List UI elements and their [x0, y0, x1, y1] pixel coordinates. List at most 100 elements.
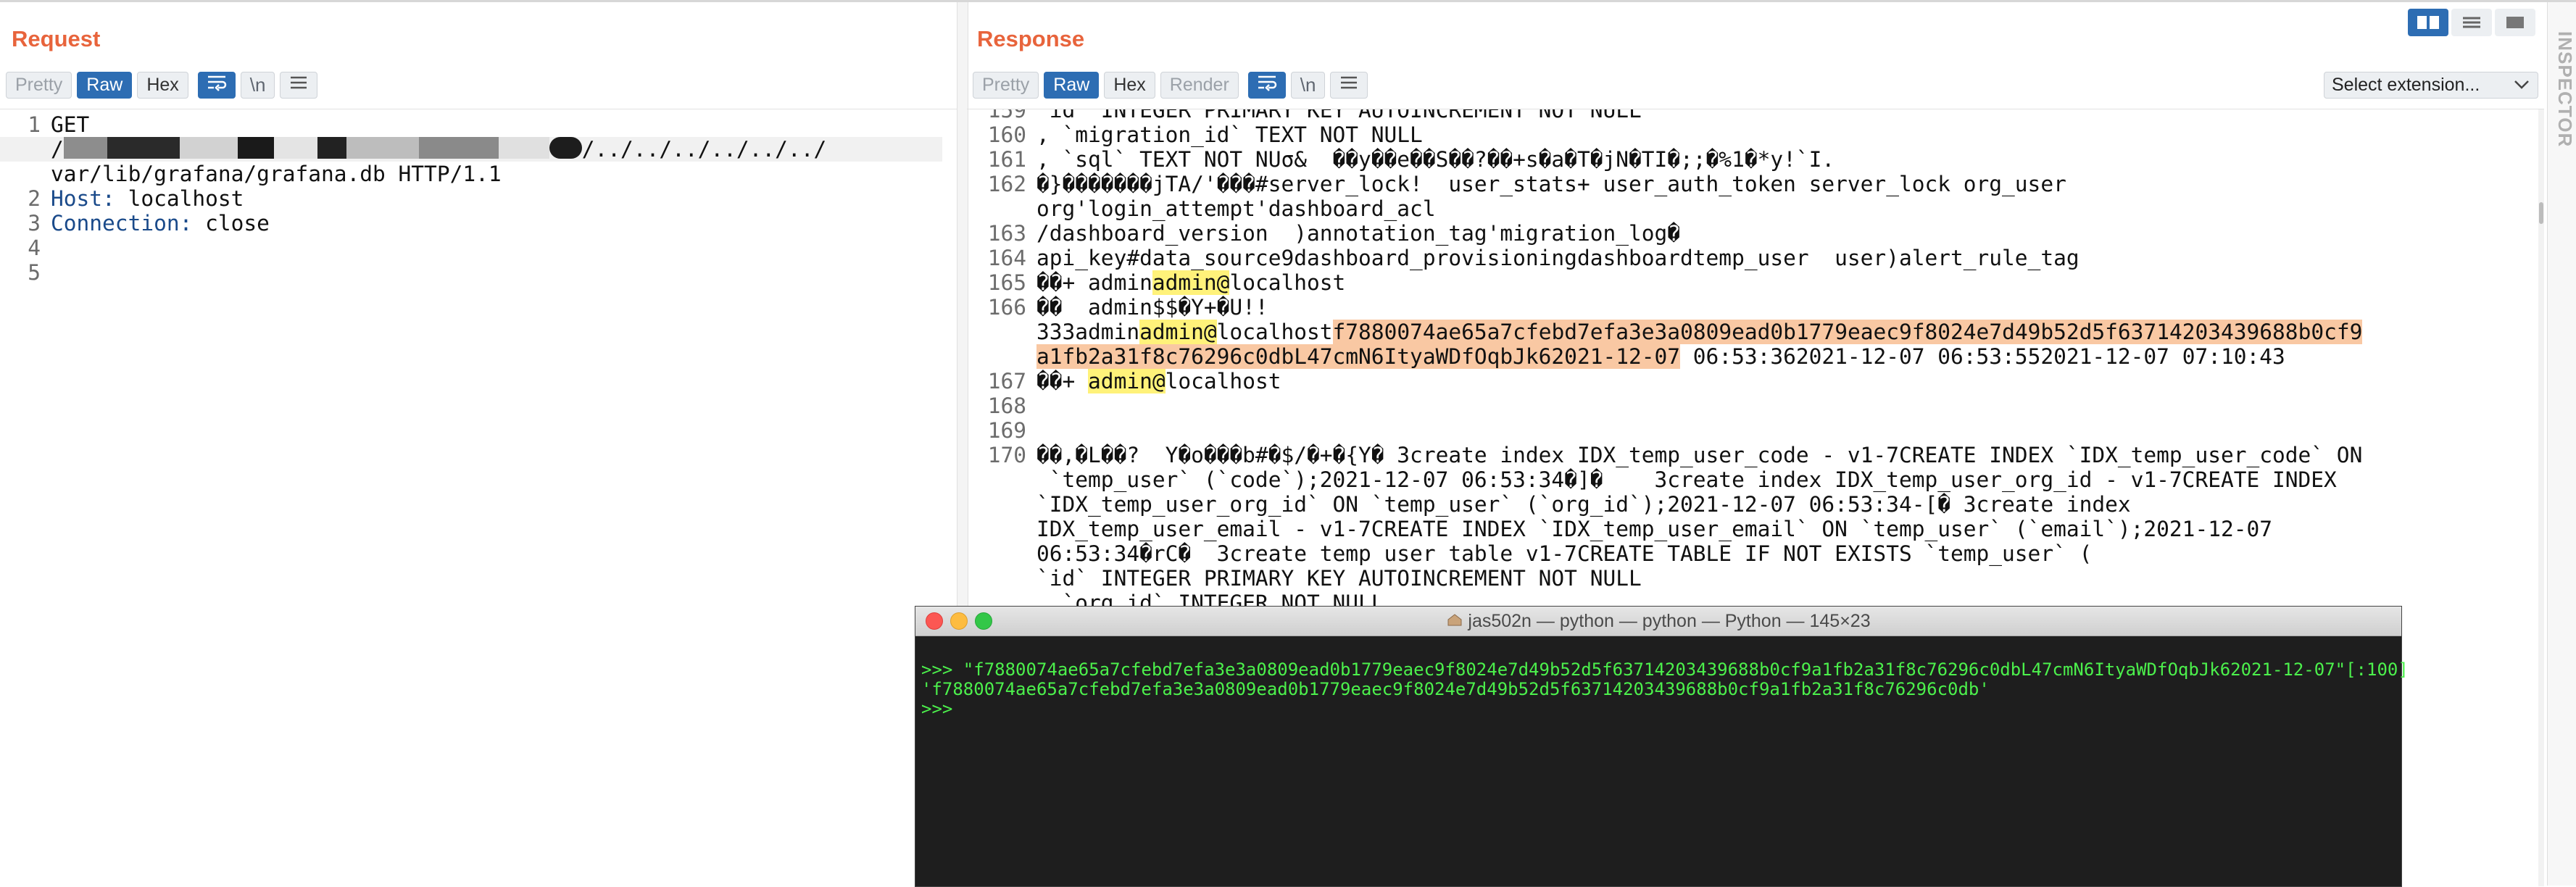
tab-pretty[interactable]: Pretty — [6, 72, 72, 99]
redaction-block — [549, 137, 582, 159]
tab-render[interactable]: Render — [1160, 72, 1239, 99]
code-text: , `sql` TEXT NOT NUσ& ��y��e��S��?��+s�a… — [1036, 147, 1835, 172]
newline-toggle[interactable]: \n — [240, 72, 275, 99]
close-icon[interactable] — [926, 612, 943, 630]
layout-toggle — [2408, 9, 2535, 36]
split-vertical-icon[interactable] — [2451, 9, 2492, 36]
response-title: Response — [977, 26, 1085, 51]
scrollbar-thumb[interactable] — [2539, 202, 2543, 224]
line-number — [0, 137, 51, 162]
request-line-2: 2 Host: localhost — [0, 186, 957, 211]
code-text: localhost — [1229, 270, 1346, 295]
line-number: 2 — [28, 186, 41, 211]
code-line: 166 �� admin$$�Y+�U!! — [967, 295, 2544, 320]
request-line-1: 1 GET — [0, 112, 957, 137]
selection-highlight: a1fb2a31f8c76296c0dbL47cmN6ItyaWDfOqbJk6… — [1036, 344, 1681, 369]
line-number: 164 — [987, 246, 1026, 270]
line-number — [967, 517, 1036, 541]
line-number: 3 — [28, 211, 41, 236]
terminal-line: >>> — [921, 699, 963, 719]
terminal-window[interactable]: jas502n — python — python — Python — 145… — [915, 606, 2409, 887]
code-text: GET — [51, 112, 90, 137]
code-text: , `migration_id` TEXT NOT NULL — [1036, 122, 1423, 147]
code-text: org'login_attempt'dashboard_acl — [1036, 196, 1436, 221]
code-line: `id` INTEGER PRIMARY KEY AUTOINCREMENT N… — [967, 566, 2544, 591]
tab-raw[interactable]: Raw — [77, 72, 133, 99]
line-number — [967, 541, 1036, 566]
redaction-block — [317, 137, 346, 159]
line-number: 168 — [987, 393, 1026, 418]
request-editor[interactable]: 1 GET / /../../../../../../ var/lib/grafa… — [0, 109, 957, 886]
code-text: id INTEGER PRIMARY KEY AUTOINCREMENT NOT… — [1036, 109, 1642, 122]
search-highlight: admin@ — [1088, 369, 1166, 393]
menu-icon[interactable] — [1330, 72, 1368, 99]
inspector-sidebar[interactable]: INSPECTOR — [2547, 2, 2576, 886]
menu-icon[interactable] — [280, 72, 318, 99]
redaction-block — [237, 137, 274, 159]
request-line-1-path: / /../../../../../../ — [0, 137, 942, 162]
request-line-4: 4 — [0, 236, 957, 260]
chevron-down-icon — [2513, 75, 2530, 96]
code-line: 159 id INTEGER PRIMARY KEY AUTOINCREMENT… — [967, 109, 2544, 122]
tab-pretty[interactable]: Pretty — [973, 72, 1039, 99]
code-line: IDX_temp_user_email - v1-7CREATE INDEX `… — [967, 517, 2544, 541]
code-text: 06:53:362021-12-07 06:53:552021-12-07 07… — [1680, 344, 2285, 369]
request-tabs: Pretty Raw Hex \n — [6, 72, 318, 99]
terminal-titlebar[interactable]: jas502n — python — python — Python — 145… — [915, 607, 2401, 636]
code-text: IDX_temp_user_email - v1-7CREATE INDEX `… — [1036, 517, 2273, 541]
wrap-lines-icon[interactable] — [1247, 72, 1286, 99]
response-line-166-b: a1fb2a31f8c76296c0dbL47cmN6ItyaWDfOqbJk6… — [967, 344, 2544, 369]
code-line: 160 , `migration_id` TEXT NOT NULL — [967, 122, 2544, 147]
request-line-5: 5 — [0, 260, 957, 285]
inspector-label: INSPECTOR — [2554, 31, 2576, 148]
newline-toggle[interactable]: \n — [1290, 72, 1326, 99]
tab-hex[interactable]: Hex — [137, 72, 188, 99]
tab-hex[interactable]: Hex — [1104, 72, 1155, 99]
code-text: `id` INTEGER PRIMARY KEY AUTOINCREMENT N… — [1036, 566, 1642, 591]
redaction-block — [107, 137, 180, 159]
code-text: 06:53:34�rC� 3create temp user table v1-… — [1036, 541, 2093, 566]
code-text: `temp_user` (`code`);2021-12-07 06:53:34… — [1036, 467, 2337, 492]
code-text: ��+ admin — [1036, 270, 1152, 295]
tab-raw[interactable]: Raw — [1044, 72, 1100, 99]
select-extension-label: Select extension... — [2332, 75, 2480, 95]
minimize-icon[interactable] — [950, 612, 968, 630]
search-highlight: admin@ — [1152, 270, 1230, 295]
code-text: /dashboard_version )annotation_tag'migra… — [1036, 221, 1681, 246]
select-extension-dropdown[interactable]: Select extension... — [2324, 72, 2538, 99]
code-line: 161 , `sql` TEXT NOT NUσ& ��y��e��S��?��+… — [967, 147, 2544, 172]
redaction-block — [418, 137, 499, 159]
redaction-block — [273, 137, 317, 159]
line-number — [967, 566, 1036, 591]
line-number: 165 — [987, 270, 1026, 295]
response-line-165: 165 ��+ admin admin@ localhost — [967, 270, 2544, 295]
maximize-icon[interactable] — [975, 612, 992, 630]
line-number: 170 — [987, 443, 1026, 467]
code-line: 06:53:34�rC� 3create temp user table v1-… — [967, 541, 2544, 566]
terminal-line: 'f7880074ae65a7cfebd7efa3e3a0809ead0b177… — [921, 679, 1990, 699]
line-number: 162 — [987, 172, 1026, 196]
code-text: �� admin$$�Y+�U!! — [1036, 295, 1268, 320]
code-line: `IDX_temp_user_org_id` ON `temp_user` (`… — [967, 492, 2544, 517]
redaction-block — [63, 137, 107, 159]
code-text: /../../../../../../ — [581, 137, 827, 162]
line-number: 166 — [987, 295, 1026, 320]
line-number — [967, 492, 1036, 517]
code-line: 170 ��,�L��? Y�o���b#�$/�+�{Y� 3create in… — [967, 443, 2544, 467]
response-line-166-a: 333admin admin@ localhost f7880074ae65a7cfe… — [967, 320, 2544, 344]
code-line: org'login_attempt'dashboard_acl — [967, 196, 2544, 221]
tabbed-view-icon[interactable] — [2495, 9, 2535, 36]
code-text: �}�������jTA/'���#server_lock! user_stat… — [1036, 172, 2066, 196]
line-number: 5 — [28, 260, 41, 285]
code-text: ��,�L��? Y�o���b#�$/�+�{Y� 3create index… — [1036, 443, 2363, 467]
line-number — [967, 320, 1036, 344]
code-text: ��+ — [1036, 369, 1089, 393]
code-text: localhost — [1216, 320, 1333, 344]
split-horizontal-icon[interactable] — [2408, 9, 2448, 36]
response-line-167: 167 ��+ admin@ localhost — [967, 369, 2544, 393]
selection-highlight: f7880074ae65a7cfebd7efa3e3a0809ead0b1779… — [1332, 320, 2363, 344]
request-pane: Request Pretty Raw Hex \n 1 GET / /../../… — [0, 2, 957, 886]
response-scrollbar[interactable] — [2538, 109, 2544, 886]
wrap-lines-icon[interactable] — [197, 72, 236, 99]
code-line: 163/dashboard_version )annotation_tag'mi… — [967, 221, 2544, 246]
